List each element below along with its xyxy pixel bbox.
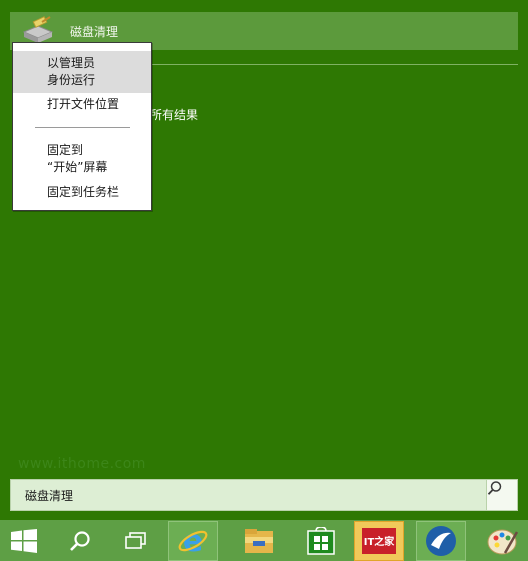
menu-item-label: 固定到任务栏 — [47, 185, 120, 199]
menu-item-label: “开始”屏幕 — [47, 160, 108, 174]
menu-item-run-as-admin[interactable]: 以管理员 身份运行 — [13, 51, 151, 93]
search-box[interactable] — [10, 479, 518, 511]
taskbar-app-store[interactable] — [296, 521, 346, 561]
ithome-icon-text: IT之家 — [364, 535, 396, 548]
taskbar: e IT之家 — [0, 520, 528, 561]
menu-separator — [35, 127, 130, 128]
search-submit-icon[interactable] — [486, 480, 517, 510]
menu-item-open-file-location[interactable]: 打开文件位置 — [13, 96, 151, 113]
taskbar-app-blue[interactable] — [416, 521, 466, 561]
taskbar-app-ithome[interactable]: IT之家 — [354, 521, 404, 561]
taskbar-app-file-explorer[interactable] — [234, 521, 284, 561]
watermark: www.ithome.com — [18, 456, 146, 472]
svg-text:e: e — [183, 525, 203, 557]
menu-item-label: 打开文件位置 — [47, 97, 120, 111]
menu-item-label: 以管理员 — [47, 56, 96, 70]
results-divider — [150, 64, 518, 65]
search-result-label: 磁盘清理 — [70, 25, 119, 39]
search-input[interactable] — [25, 486, 465, 504]
all-results-link[interactable]: 所有结果 — [150, 106, 198, 123]
menu-item-label: 身份运行 — [47, 73, 96, 87]
start-button[interactable] — [0, 521, 48, 561]
task-view-button[interactable] — [112, 521, 160, 561]
menu-item-label: 固定到 — [47, 143, 84, 157]
context-menu: 以管理员 身份运行 打开文件位置 固定到 “开始”屏幕 固定到任务栏 — [12, 42, 152, 211]
menu-item-pin-to-taskbar[interactable]: 固定到任务栏 — [13, 184, 151, 201]
taskbar-app-paint[interactable] — [478, 521, 528, 561]
menu-item-pin-to-start[interactable]: 固定到 “开始”屏幕 — [13, 142, 151, 176]
taskbar-app-ie[interactable]: e — [168, 521, 218, 561]
taskbar-search-button[interactable] — [56, 521, 104, 561]
